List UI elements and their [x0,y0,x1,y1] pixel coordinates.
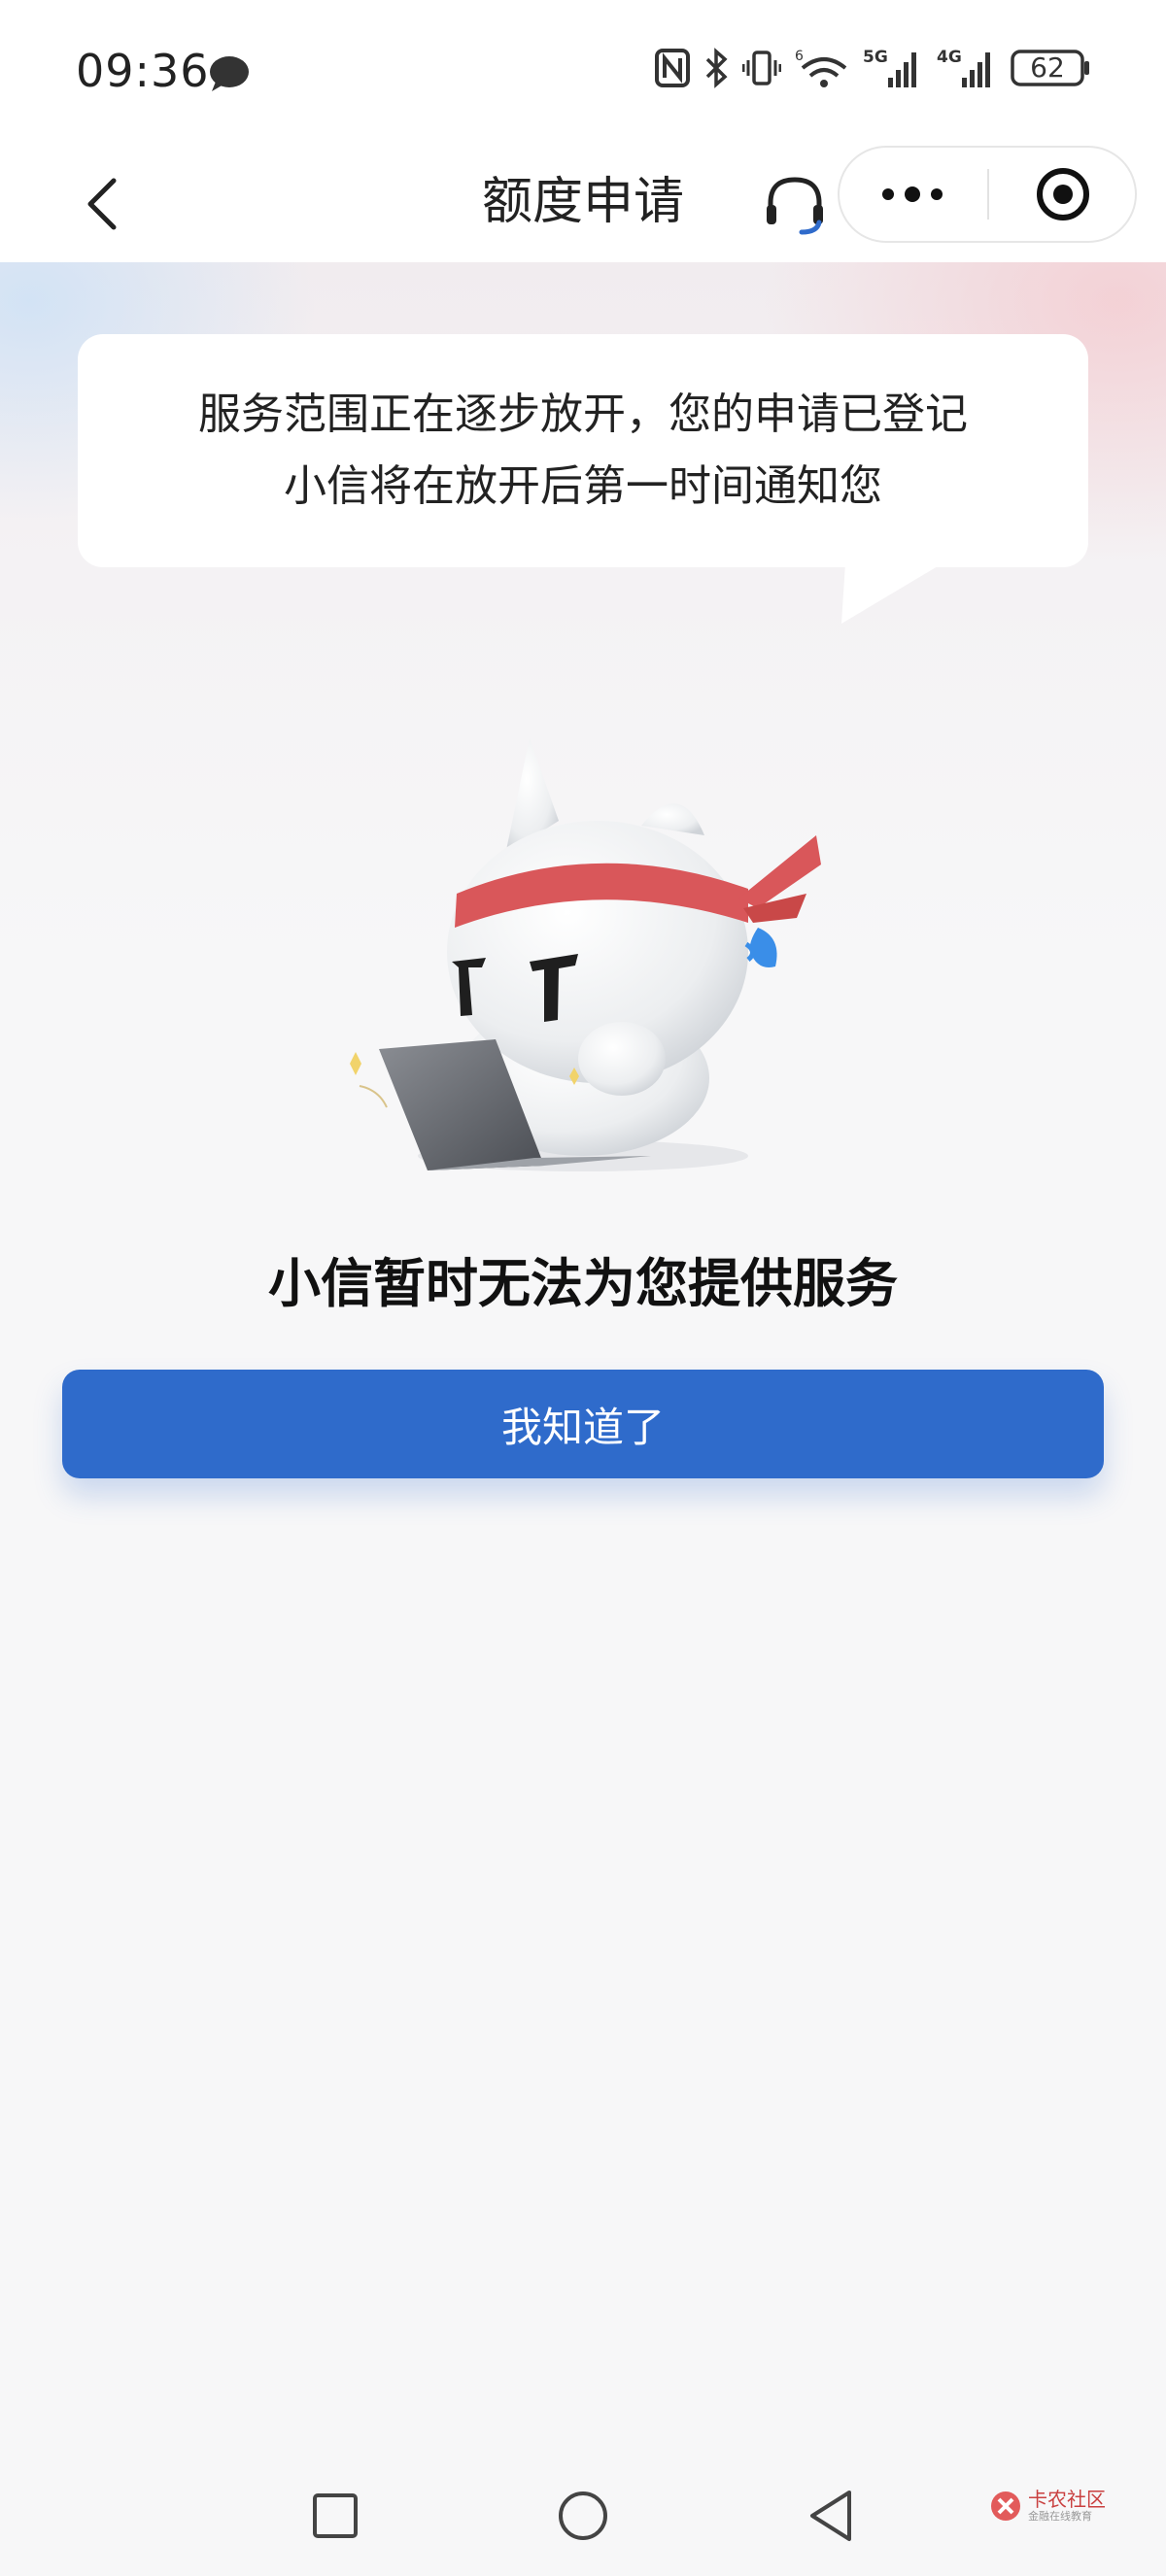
speech-bubble: 服务范围正在逐步放开，您的申请已登记 小信将在放开后第一时间通知您 [78,334,1088,567]
system-status-icons: 6 5G 4G 62 [655,47,1090,89]
watermark: 卡农社区 金融在线教育 [989,2489,1106,2524]
vibrate-icon [742,49,781,87]
watermark-brand: 卡农社区 [1028,2488,1106,2511]
customer-service-button[interactable] [756,165,834,243]
signal-4g-icon: 4G [937,47,997,89]
home-button[interactable] [544,2477,622,2555]
status-bar: 09:36 6 5G 4G 62 [0,0,1166,146]
bubble-line-2: 小信将在放开后第一时间通知您 [284,461,882,511]
wifi-icon: 6 [795,47,849,89]
bubble-line-1: 服务范围正在逐步放开，您的申请已登记 [198,390,968,439]
miniapp-capsule [838,146,1137,243]
back-nav-button[interactable] [792,2477,870,2555]
target-close-icon [1037,168,1089,220]
signal-5g-icon: 5G [863,47,923,89]
message-notification-icon [208,54,251,97]
triangle-back-icon [810,2491,851,2541]
square-icon [313,2493,358,2538]
status-time: 09:36 [76,45,210,97]
mascot-illustration [350,738,821,1171]
headset-icon [767,177,823,235]
capsule-divider [987,169,989,220]
nfc-icon [655,49,690,87]
watermark-logo-icon [991,2491,1020,2521]
svg-text:6: 6 [795,49,804,64]
result-message: 小信暂时无法为您提供服务 [268,1253,898,1314]
acknowledge-button[interactable]: 我知道了 [62,1370,1104,1478]
more-dots-icon [882,186,943,202]
battery-icon: 62 [1011,49,1090,87]
close-miniapp-button[interactable] [991,148,1135,241]
watermark-sub: 金融在线教育 [1028,2510,1092,2523]
more-button[interactable] [840,148,985,241]
circle-icon [559,2491,607,2540]
svg-text:4G: 4G [937,48,962,67]
bluetooth-icon [703,48,729,88]
recent-apps-button[interactable] [296,2477,374,2555]
nav-bar: 额度申请 [0,146,1166,262]
svg-text:5G: 5G [863,48,888,67]
battery-level: 62 [1030,51,1065,84]
speech-bubble-tail [841,563,943,624]
